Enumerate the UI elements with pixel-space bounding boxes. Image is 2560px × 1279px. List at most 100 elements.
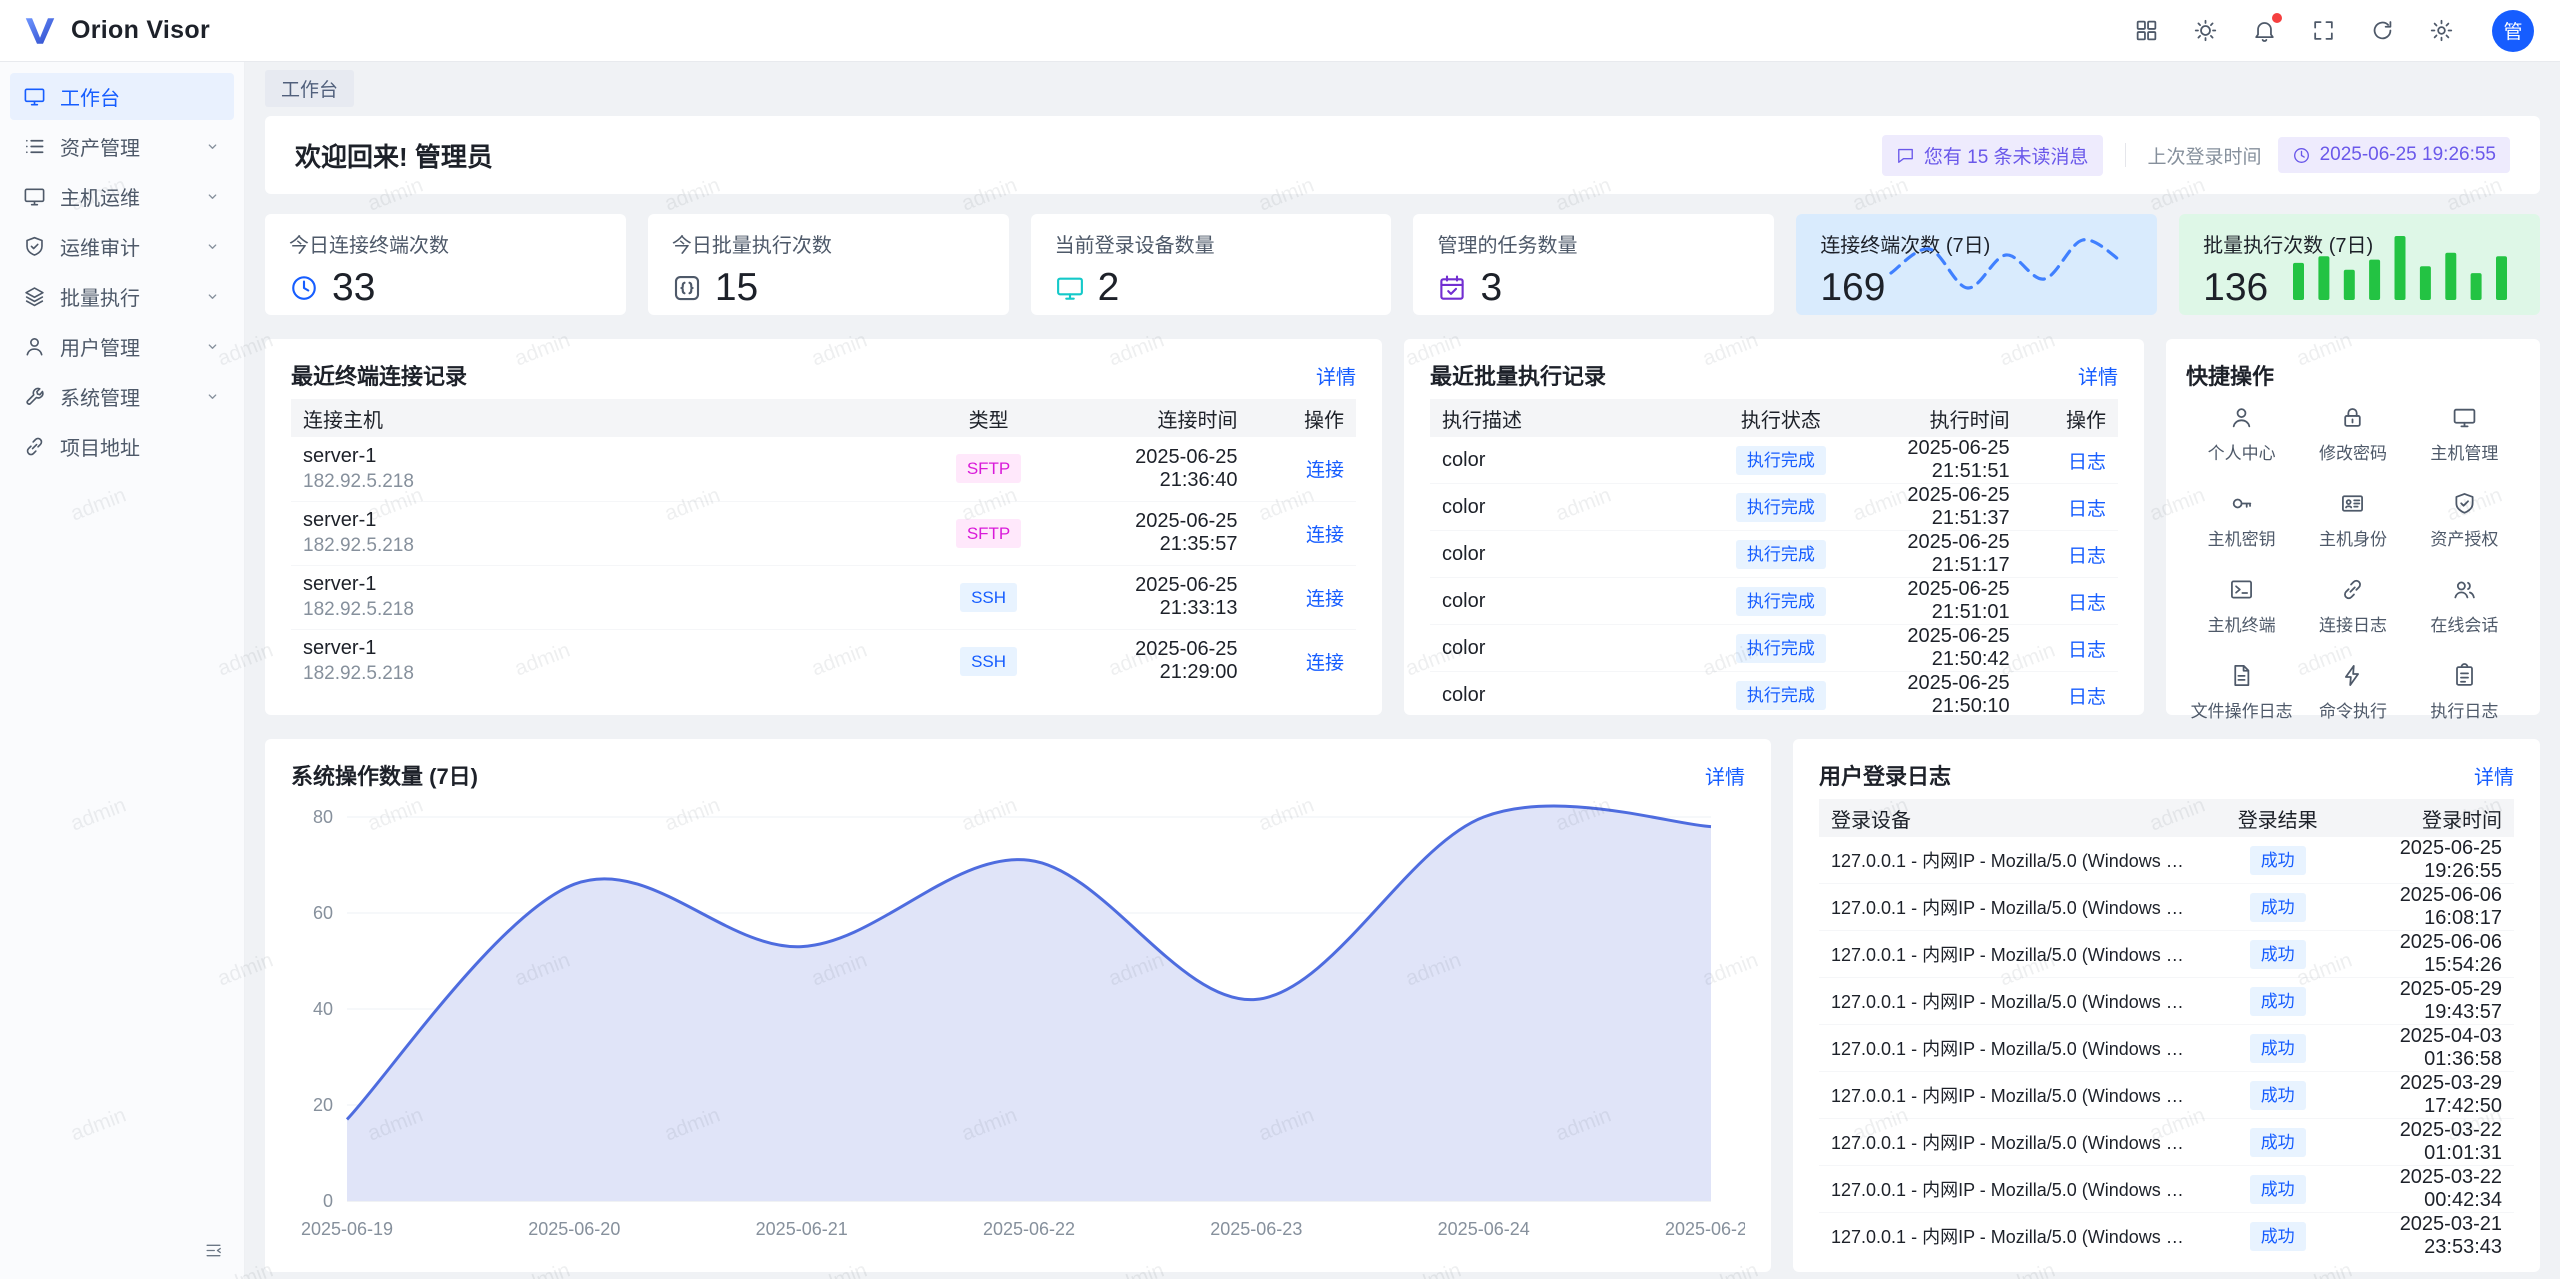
- svg-text:2025-06-23: 2025-06-23: [1210, 1219, 1302, 1239]
- task-icon: [1437, 273, 1467, 303]
- login-result-badge: 成功: [2250, 1128, 2306, 1157]
- apps-button[interactable]: [2134, 18, 2160, 44]
- notifications-button[interactable]: [2252, 18, 2278, 44]
- host-ip: 182.92.5.218: [303, 663, 897, 685]
- theme-button[interactable]: [2193, 18, 2219, 44]
- sidebar-item-host-ops[interactable]: 主机运维: [10, 173, 234, 220]
- quick-action-change-password[interactable]: 修改密码: [2297, 405, 2408, 464]
- exec-description: color: [1430, 437, 1705, 484]
- login-device: 127.0.0.1 - 内网IP - Mozilla/5.0 (Windows …: [1831, 988, 2196, 1014]
- stat-card-current-login-devices: 当前登录设备数量2: [1031, 214, 1392, 315]
- log-link[interactable]: 日志: [2068, 499, 2106, 520]
- connect-time: 2025-06-25 21:36:40: [1068, 437, 1249, 501]
- last-login-time-chip: 2025-06-25 19:26:55: [2278, 137, 2510, 173]
- login-time: 2025-03-29 17:42:50: [2347, 1072, 2514, 1119]
- protocol-badge: SFTP: [956, 454, 1021, 483]
- svg-text:2025-06-22: 2025-06-22: [983, 1219, 1075, 1239]
- clock-icon: [2292, 146, 2311, 165]
- sidebar-item-system[interactable]: 系统管理: [10, 373, 234, 420]
- sidebar-item-label: 系统管理: [60, 382, 140, 411]
- login-log-table: 登录设备登录结果登录时间 127.0.0.1 - 内网IP - Mozilla/…: [1819, 799, 2514, 1259]
- quick-action-asset-grant[interactable]: 资产授权: [2409, 491, 2520, 550]
- last-login-time: 2025-06-25 19:26:55: [2320, 144, 2496, 166]
- quick-action-connect-log[interactable]: 连接日志: [2297, 577, 2408, 636]
- breadcrumb-item-workbench[interactable]: 工作台: [265, 70, 354, 107]
- sidebar-item-workbench[interactable]: 工作台: [10, 73, 234, 120]
- table-row: 127.0.0.1 - 内网IP - Mozilla/5.0 (Windows …: [1819, 1119, 2514, 1166]
- quick-action-host-manage[interactable]: 主机管理: [2409, 405, 2520, 464]
- column-header: 执行时间: [1857, 399, 2022, 437]
- login-device: 127.0.0.1 - 内网IP - Mozilla/5.0 (Windows …: [1831, 894, 2196, 920]
- table-row: color执行完成2025-06-25 21:51:37日志: [1430, 484, 2118, 531]
- command-icon: [2340, 663, 2365, 688]
- person-icon: [2229, 405, 2254, 430]
- unread-messages-chip[interactable]: 您有 15 条未读消息: [1882, 135, 2103, 176]
- batch-details-link[interactable]: 详情: [2078, 361, 2118, 390]
- log-link[interactable]: 日志: [2068, 546, 2106, 567]
- table-row: 127.0.0.1 - 内网IP - Mozilla/5.0 (Windows …: [1819, 1166, 2514, 1213]
- welcome-meta: 您有 15 条未读消息 上次登录时间 2025-06-25 19:26:55: [1882, 135, 2510, 176]
- quick-action-host-identity[interactable]: 主机身份: [2297, 491, 2408, 550]
- exec-status-badge: 执行完成: [1736, 540, 1826, 569]
- app-title: Orion Visor: [71, 16, 210, 45]
- quick-action-command-exec[interactable]: 命令执行: [2297, 663, 2408, 722]
- svg-text:0: 0: [323, 1191, 333, 1211]
- quick-action-host-key[interactable]: 主机密钥: [2186, 491, 2297, 550]
- host-identity-icon: [2340, 491, 2365, 516]
- bottom-section: 系统操作数量 (7日) 详情 0204060802025-06-192025-0…: [265, 739, 2540, 1272]
- refresh-button[interactable]: [2370, 18, 2396, 44]
- exec-status-badge: 执行完成: [1736, 634, 1826, 663]
- quick-action-host-terminal[interactable]: 主机终端: [2186, 577, 2297, 636]
- panel-title: 用户登录日志: [1819, 759, 1951, 791]
- sidebar-item-batch[interactable]: 批量执行: [10, 273, 234, 320]
- stat-card-today-batch-executions: 今日批量执行次数15: [648, 214, 1009, 315]
- log-link[interactable]: 日志: [2068, 687, 2106, 708]
- log-link[interactable]: 日志: [2068, 640, 2106, 661]
- log-link[interactable]: 日志: [2068, 452, 2106, 473]
- quick-action-online-session[interactable]: 在线会话: [2409, 577, 2520, 636]
- host-name: server-1: [303, 445, 897, 468]
- quick-action-label: 个人中心: [2208, 439, 2276, 464]
- exec-description: color: [1430, 672, 1705, 719]
- settings-button[interactable]: [2429, 18, 2455, 44]
- connect-link[interactable]: 连接: [1306, 525, 1344, 546]
- svg-text:80: 80: [313, 807, 333, 827]
- column-header: 执行描述: [1430, 399, 1705, 437]
- sidebar-item-project[interactable]: 项目地址: [10, 423, 234, 470]
- column-header: 登录设备: [1819, 799, 2208, 837]
- app-logo: Orion Visor: [22, 13, 210, 49]
- sidebar-item-assets[interactable]: 资产管理: [10, 123, 234, 170]
- sidebar-collapse-button[interactable]: [204, 1241, 230, 1267]
- quick-action-label: 资产授权: [2430, 525, 2498, 550]
- connect-link[interactable]: 连接: [1306, 653, 1344, 674]
- svg-text:20: 20: [313, 1095, 333, 1115]
- audit-icon: [23, 235, 46, 258]
- sidebar-item-audit[interactable]: 运维审计: [10, 223, 234, 270]
- fullscreen-button[interactable]: [2311, 18, 2337, 44]
- stat-label: 管理的任务数量: [1437, 229, 1750, 258]
- quick-action-label: 主机身份: [2319, 525, 2387, 550]
- login-time: 2025-06-06 15:54:26: [2347, 931, 2514, 978]
- login-time: 2025-03-21 23:53:43: [2347, 1213, 2514, 1260]
- column-header: 登录时间: [2347, 799, 2514, 837]
- quick-action-file-op-log[interactable]: 文件操作日志: [2186, 663, 2297, 722]
- sidebar-item-users[interactable]: 用户管理: [10, 323, 234, 370]
- host-ops-icon: [23, 185, 46, 208]
- terminal-details-link[interactable]: 详情: [1316, 361, 1356, 390]
- system-operations-chart: 0204060802025-06-192025-06-202025-06-212…: [291, 799, 1745, 1247]
- login-log-details-link[interactable]: 详情: [2474, 761, 2514, 790]
- connect-link[interactable]: 连接: [1306, 589, 1344, 610]
- online-session-icon: [2452, 577, 2477, 602]
- exec-time: 2025-06-25 21:51:37: [1857, 484, 2022, 531]
- connect-link[interactable]: 连接: [1306, 460, 1344, 481]
- user-avatar[interactable]: 管: [2492, 10, 2534, 52]
- protocol-badge: SSH: [960, 583, 1017, 612]
- log-link[interactable]: 日志: [2068, 593, 2106, 614]
- system-operations-details-link[interactable]: 详情: [1705, 761, 1745, 790]
- quick-action-person-center[interactable]: 个人中心: [2186, 405, 2297, 464]
- column-header: 操作: [1249, 399, 1356, 437]
- connect-log-icon: [2340, 577, 2365, 602]
- sidebar: 工作台资产管理主机运维运维审计批量执行用户管理系统管理项目地址: [0, 62, 245, 1279]
- quick-action-exec-log[interactable]: 执行日志: [2409, 663, 2520, 722]
- stat-value: 2: [1098, 266, 1120, 310]
